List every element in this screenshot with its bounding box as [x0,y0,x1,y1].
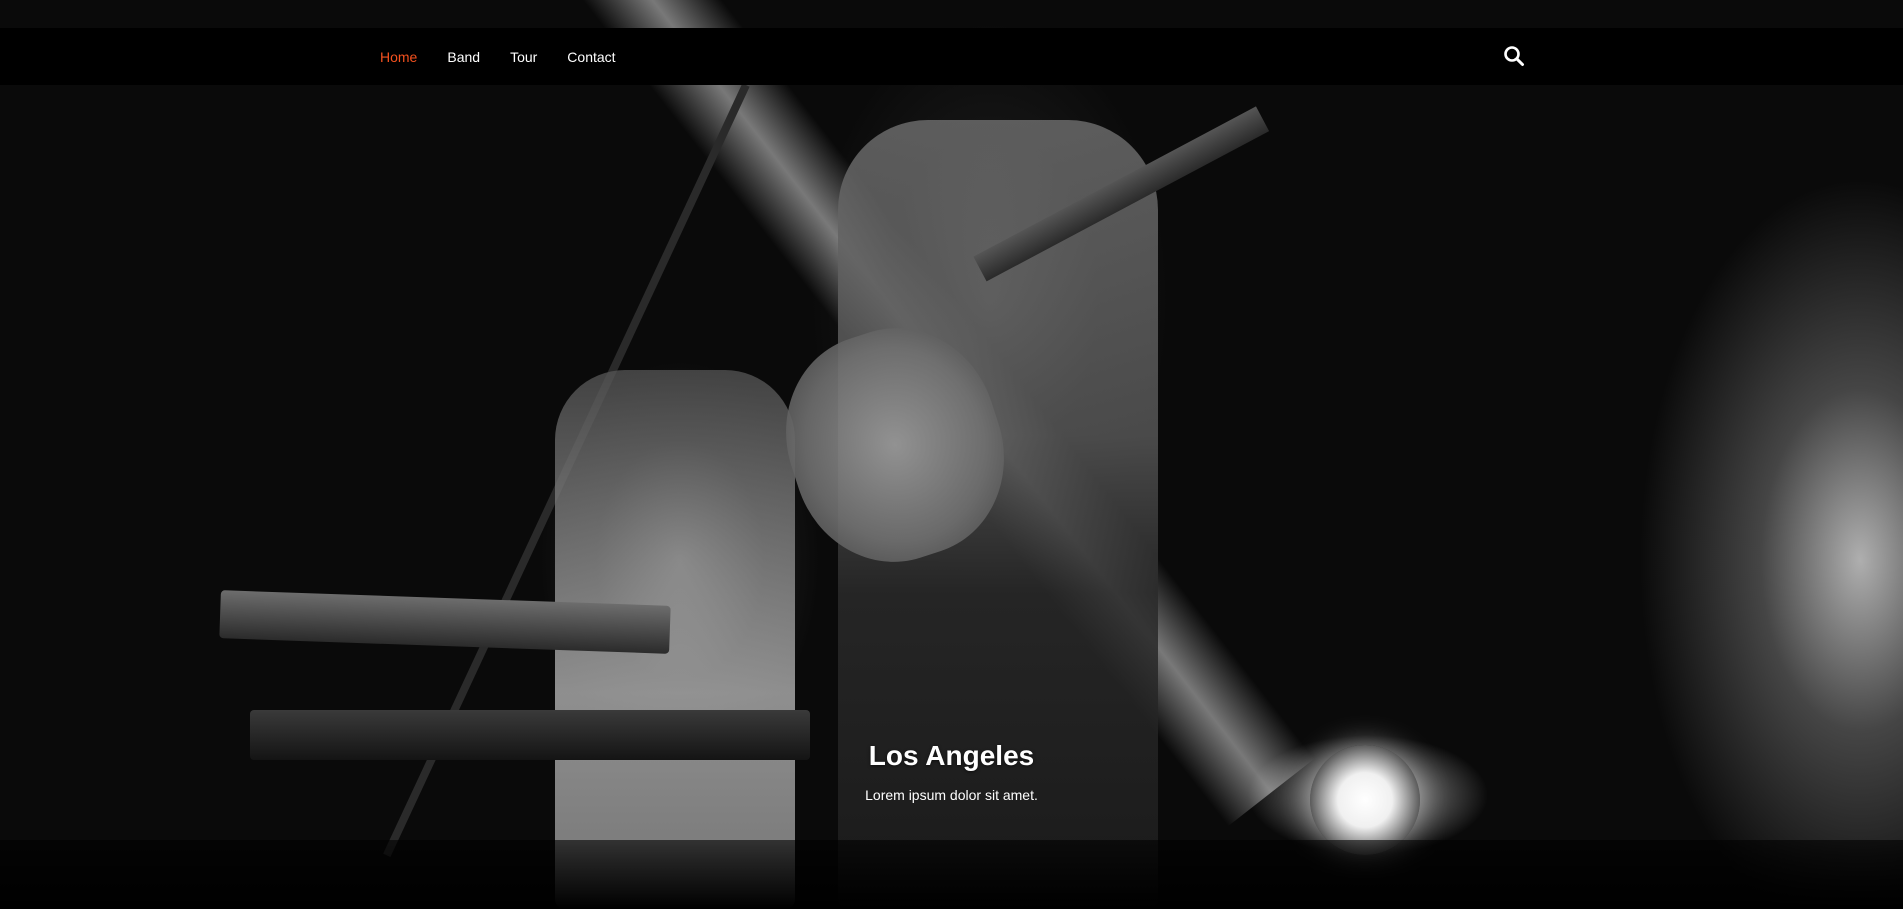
hero-image: Los Angeles Lorem ipsum dolor sit amet. [0,0,1903,909]
caption-title: Los Angeles [868,740,1035,771]
hero-caption: Los Angeles Lorem ipsum dolor sit amet. [0,740,1903,803]
search-button[interactable] [1503,45,1525,67]
nav-link-home[interactable]: Home [380,49,417,65]
nav-link-tour[interactable]: Tour [510,49,537,65]
stage-floor [0,840,1903,909]
nav-links: Home Band Tour Contact [380,28,646,85]
nav-link-contact[interactable]: Contact [567,49,615,65]
page: Los Angeles Lorem ipsum dolor sit amet. … [0,0,1903,909]
navbar: Home Band Tour Contact [0,28,1903,85]
caption-text: Lorem ipsum dolor sit amet. [865,787,1038,803]
nav-link-band[interactable]: Band [447,49,480,65]
search-icon [1504,46,1524,66]
